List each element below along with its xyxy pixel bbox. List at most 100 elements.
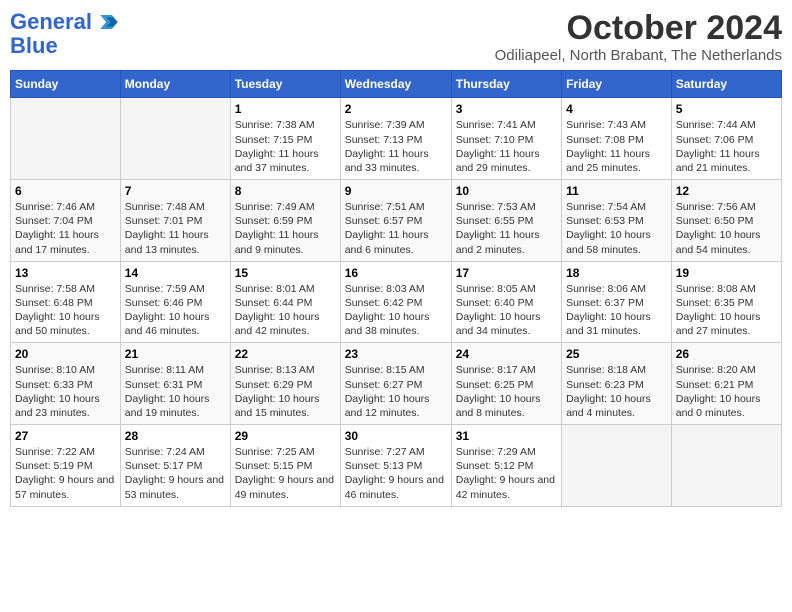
calendar-cell [562, 425, 672, 507]
calendar-week-row: 1 Sunrise: 7:38 AMSunset: 7:15 PMDaylight… [11, 98, 782, 180]
day-number: 31 [456, 429, 557, 443]
day-number: 10 [456, 184, 557, 198]
day-info: Sunrise: 8:13 AMSunset: 6:29 PMDaylight:… [235, 363, 336, 420]
calendar-cell: 5 Sunrise: 7:44 AMSunset: 7:06 PMDaylight… [671, 98, 781, 180]
day-info: Sunrise: 7:59 AMSunset: 6:46 PMDaylight:… [125, 282, 226, 339]
day-info: Sunrise: 7:56 AMSunset: 6:50 PMDaylight:… [676, 200, 777, 257]
calendar-cell: 29 Sunrise: 7:25 AMSunset: 5:15 PMDayligh… [230, 425, 340, 507]
calendar-cell: 2 Sunrise: 7:39 AMSunset: 7:13 PMDaylight… [340, 98, 451, 180]
logo-blue-text: Blue [10, 33, 58, 58]
calendar-cell: 15 Sunrise: 8:01 AMSunset: 6:44 PMDayligh… [230, 261, 340, 343]
calendar-cell: 22 Sunrise: 8:13 AMSunset: 6:29 PMDayligh… [230, 343, 340, 425]
calendar-cell: 16 Sunrise: 8:03 AMSunset: 6:42 PMDayligh… [340, 261, 451, 343]
calendar-cell: 1 Sunrise: 7:38 AMSunset: 7:15 PMDaylight… [230, 98, 340, 180]
day-info: Sunrise: 8:01 AMSunset: 6:44 PMDaylight:… [235, 282, 336, 339]
calendar-cell: 28 Sunrise: 7:24 AMSunset: 5:17 PMDayligh… [120, 425, 230, 507]
day-number: 6 [15, 184, 116, 198]
calendar-cell: 21Sunrise: 8:11 AMSunset: 6:31 PMDayligh… [120, 343, 230, 425]
calendar-cell: 17 Sunrise: 8:05 AMSunset: 6:40 PMDayligh… [451, 261, 561, 343]
calendar-cell: 8 Sunrise: 7:49 AMSunset: 6:59 PMDaylight… [230, 180, 340, 262]
day-number: 7 [125, 184, 226, 198]
day-number: 14 [125, 266, 226, 280]
day-info: Sunrise: 7:22 AMSunset: 5:19 PMDaylight:… [15, 445, 116, 502]
day-number: 20 [15, 347, 116, 361]
day-number: 9 [345, 184, 447, 198]
day-number: 2 [345, 102, 447, 116]
day-number: 29 [235, 429, 336, 443]
day-info: Sunrise: 7:44 AMSunset: 7:06 PMDaylight:… [676, 118, 777, 175]
calendar-cell: 31 Sunrise: 7:29 AMSunset: 5:12 PMDayligh… [451, 425, 561, 507]
day-number: 12 [676, 184, 777, 198]
day-info: Sunrise: 8:08 AMSunset: 6:35 PMDaylight:… [676, 282, 777, 339]
calendar-week-row: 27 Sunrise: 7:22 AMSunset: 5:19 PMDayligh… [11, 425, 782, 507]
day-number: 22 [235, 347, 336, 361]
day-header-sunday: Sunday [11, 71, 121, 98]
day-number: 23 [345, 347, 447, 361]
calendar-week-row: 20 Sunrise: 8:10 AMSunset: 6:33 PMDayligh… [11, 343, 782, 425]
day-number: 18 [566, 266, 667, 280]
logo-arrow-icon [100, 15, 118, 29]
day-header-friday: Friday [562, 71, 672, 98]
day-info: Sunrise: 8:20 AMSunset: 6:21 PMDaylight:… [676, 363, 777, 420]
day-info: Sunrise: 8:17 AMSunset: 6:25 PMDaylight:… [456, 363, 557, 420]
day-number: 24 [456, 347, 557, 361]
day-info: Sunrise: 7:29 AMSunset: 5:12 PMDaylight:… [456, 445, 557, 502]
day-number: 26 [676, 347, 777, 361]
day-number: 19 [676, 266, 777, 280]
day-header-wednesday: Wednesday [340, 71, 451, 98]
day-number: 1 [235, 102, 336, 116]
title-area: October 2024 Odiliapeel, North Brabant, … [495, 10, 782, 64]
day-number: 21 [125, 347, 226, 361]
day-number: 28 [125, 429, 226, 443]
calendar-cell: 3Sunrise: 7:41 AMSunset: 7:10 PMDaylight… [451, 98, 561, 180]
day-header-tuesday: Tuesday [230, 71, 340, 98]
day-info: Sunrise: 7:46 AMSunset: 7:04 PMDaylight:… [15, 200, 116, 257]
day-number: 8 [235, 184, 336, 198]
day-info: Sunrise: 7:27 AMSunset: 5:13 PMDaylight:… [345, 445, 447, 502]
location-title: Odiliapeel, North Brabant, The Netherlan… [495, 47, 782, 64]
day-info: Sunrise: 7:51 AMSunset: 6:57 PMDaylight:… [345, 200, 447, 257]
day-number: 15 [235, 266, 336, 280]
day-info: Sunrise: 7:24 AMSunset: 5:17 PMDaylight:… [125, 445, 226, 502]
calendar-cell: 25Sunrise: 8:18 AMSunset: 6:23 PMDayligh… [562, 343, 672, 425]
calendar-cell: 14 Sunrise: 7:59 AMSunset: 6:46 PMDayligh… [120, 261, 230, 343]
day-number: 4 [566, 102, 667, 116]
month-title: October 2024 [495, 10, 782, 47]
calendar-cell [120, 98, 230, 180]
day-info: Sunrise: 7:54 AMSunset: 6:53 PMDaylight:… [566, 200, 667, 257]
day-info: Sunrise: 8:15 AMSunset: 6:27 PMDaylight:… [345, 363, 447, 420]
day-number: 17 [456, 266, 557, 280]
day-info: Sunrise: 8:03 AMSunset: 6:42 PMDaylight:… [345, 282, 447, 339]
day-info: Sunrise: 7:41 AMSunset: 7:10 PMDaylight:… [456, 118, 557, 175]
day-info: Sunrise: 7:25 AMSunset: 5:15 PMDaylight:… [235, 445, 336, 502]
day-info: Sunrise: 7:48 AMSunset: 7:01 PMDaylight:… [125, 200, 226, 257]
calendar-cell [11, 98, 121, 180]
day-info: Sunrise: 8:05 AMSunset: 6:40 PMDaylight:… [456, 282, 557, 339]
calendar-cell: 11 Sunrise: 7:54 AMSunset: 6:53 PMDayligh… [562, 180, 672, 262]
day-number: 5 [676, 102, 777, 116]
calendar-cell: 19 Sunrise: 8:08 AMSunset: 6:35 PMDayligh… [671, 261, 781, 343]
day-info: Sunrise: 8:18 AMSunset: 6:23 PMDaylight:… [566, 363, 667, 420]
calendar-cell: 27 Sunrise: 7:22 AMSunset: 5:19 PMDayligh… [11, 425, 121, 507]
day-number: 11 [566, 184, 667, 198]
calendar-header-row: SundayMondayTuesdayWednesdayThursdayFrid… [11, 71, 782, 98]
calendar-body: 1 Sunrise: 7:38 AMSunset: 7:15 PMDaylight… [11, 98, 782, 506]
day-header-saturday: Saturday [671, 71, 781, 98]
day-header-thursday: Thursday [451, 71, 561, 98]
calendar-week-row: 13Sunrise: 7:58 AMSunset: 6:48 PMDayligh… [11, 261, 782, 343]
calendar-cell [671, 425, 781, 507]
calendar-cell: 18Sunrise: 8:06 AMSunset: 6:37 PMDayligh… [562, 261, 672, 343]
day-info: Sunrise: 7:43 AMSunset: 7:08 PMDaylight:… [566, 118, 667, 175]
day-info: Sunrise: 8:10 AMSunset: 6:33 PMDaylight:… [15, 363, 116, 420]
day-info: Sunrise: 7:49 AMSunset: 6:59 PMDaylight:… [235, 200, 336, 257]
day-number: 27 [15, 429, 116, 443]
day-number: 16 [345, 266, 447, 280]
day-info: Sunrise: 7:58 AMSunset: 6:48 PMDaylight:… [15, 282, 116, 339]
calendar-cell: 10Sunrise: 7:53 AMSunset: 6:55 PMDayligh… [451, 180, 561, 262]
calendar-cell: 26 Sunrise: 8:20 AMSunset: 6:21 PMDayligh… [671, 343, 781, 425]
day-info: Sunrise: 7:38 AMSunset: 7:15 PMDaylight:… [235, 118, 336, 175]
calendar-cell: 4 Sunrise: 7:43 AMSunset: 7:08 PMDaylight… [562, 98, 672, 180]
day-info: Sunrise: 7:39 AMSunset: 7:13 PMDaylight:… [345, 118, 447, 175]
page-header: General Blue October 2024 Odiliapeel, No… [10, 10, 782, 64]
calendar-cell: 6 Sunrise: 7:46 AMSunset: 7:04 PMDaylight… [11, 180, 121, 262]
